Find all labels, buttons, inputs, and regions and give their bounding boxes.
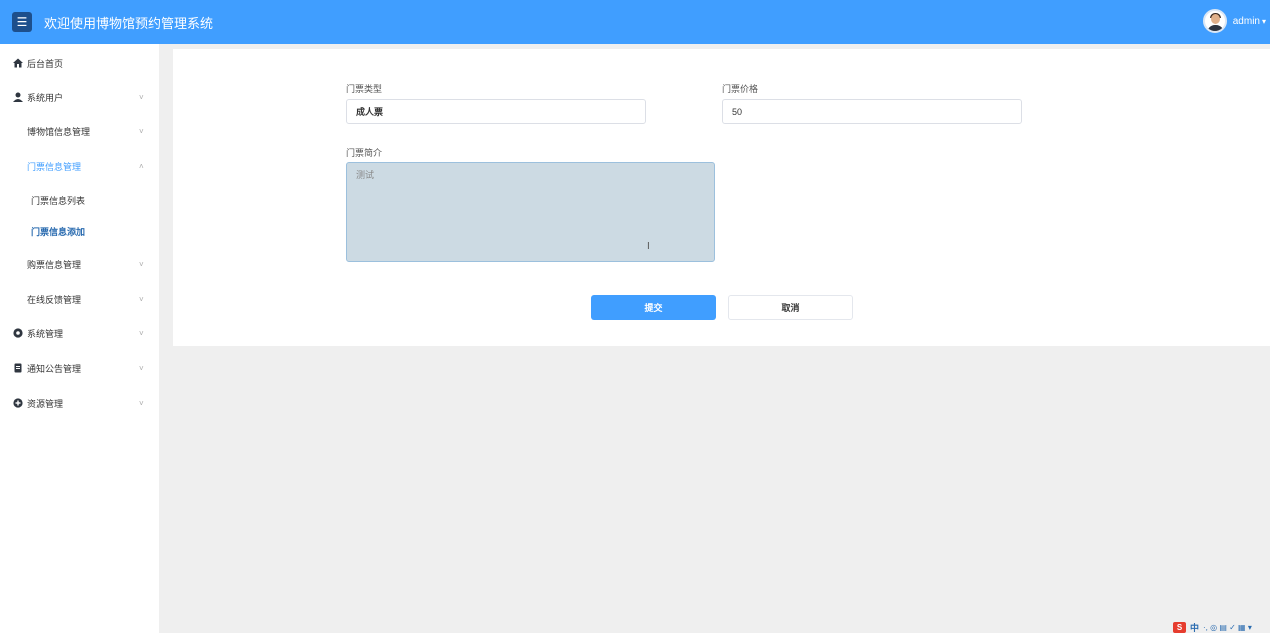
grid-icon	[13, 294, 23, 304]
sidebar-item-label: 购票信息管理	[27, 259, 82, 270]
chevron-down-icon: ˅	[139, 259, 144, 269]
ime-toolbar-icons[interactable]: ·, ◎ ▤ ✓ ▦ ▾	[1203, 623, 1252, 632]
sidebar-item-ticket-info[interactable]: 门票信息管理 ˄	[0, 149, 159, 183]
cancel-button[interactable]: 取消	[728, 295, 853, 320]
sidebar: 后台首页 系统用户 ˅ 博物馆信息管理 ˅ 门票信息管理 ˄ 门票信息列表 门票…	[0, 44, 159, 633]
sidebar-subitem-label: 门票信息添加	[31, 226, 86, 237]
sidebar-subitem-ticket-add[interactable]: 门票信息添加	[0, 216, 159, 246]
chevron-down-icon: ˅	[139, 294, 144, 304]
grid-icon	[13, 161, 23, 171]
chevron-down-icon: ▾	[1261, 16, 1266, 26]
document-icon	[13, 363, 23, 373]
sidebar-item-feedback[interactable]: 在线反馈管理 ˅	[0, 282, 159, 316]
home-icon	[13, 58, 23, 68]
ticket-price-input[interactable]: 50	[722, 99, 1022, 124]
ticket-price-label: 门票价格	[722, 84, 759, 94]
text-cursor-icon: I	[647, 241, 650, 252]
sidebar-subitem-label: 门票信息列表	[31, 195, 86, 206]
ticket-intro-label: 门票简介	[346, 148, 383, 158]
user-icon	[13, 92, 23, 102]
sidebar-item-system-users[interactable]: 系统用户 ˅	[0, 80, 159, 114]
sidebar-item-resources[interactable]: 资源管理 ˅	[0, 386, 159, 420]
plus-circle-icon	[13, 398, 23, 408]
sidebar-item-label: 在线反馈管理	[27, 294, 82, 305]
sidebar-item-label: 系统用户	[27, 92, 64, 103]
sidebar-subitem-ticket-list[interactable]: 门票信息列表	[0, 185, 159, 215]
sidebar-item-dashboard[interactable]: 后台首页	[0, 46, 159, 80]
chevron-down-icon: ˅	[139, 126, 144, 136]
sidebar-item-label: 系统管理	[27, 328, 64, 339]
app-title: 欢迎使用博物馆预约管理系统	[44, 16, 214, 31]
submit-button[interactable]: 提交	[591, 295, 716, 320]
chevron-down-icon: ˅	[139, 363, 144, 373]
sidebar-item-label: 通知公告管理	[27, 363, 82, 374]
menu-toggle-icon[interactable]: ☰	[12, 12, 32, 32]
user-menu[interactable]: admin ▾	[1202, 9, 1266, 33]
ticket-type-input[interactable]: 成人票	[346, 99, 646, 124]
sidebar-item-notices[interactable]: 通知公告管理 ˅	[0, 351, 159, 385]
avatar	[1202, 9, 1227, 33]
sidebar-item-label: 资源管理	[27, 398, 64, 409]
gear-icon	[13, 328, 23, 338]
sidebar-item-label: 博物馆信息管理	[27, 126, 91, 137]
grid-icon	[13, 126, 23, 136]
ime-logo-icon[interactable]: S	[1173, 621, 1186, 633]
ticket-type-label: 门票类型	[346, 84, 383, 94]
chevron-up-icon: ˄	[139, 161, 144, 171]
user-name: admin	[1232, 15, 1260, 27]
top-bar: ☰ 欢迎使用博物馆预约管理系统 admin ▾	[0, 0, 1270, 44]
sidebar-item-label: 门票信息管理	[27, 161, 82, 172]
ime-tray: S 中 ·, ◎ ▤ ✓ ▦ ▾	[1173, 621, 1270, 633]
sidebar-item-system-settings[interactable]: 系统管理 ˅	[0, 316, 159, 350]
chevron-down-icon: ˅	[139, 328, 144, 338]
grid-icon	[13, 259, 23, 269]
sidebar-item-label: 后台首页	[27, 58, 64, 69]
ime-mode-indicator[interactable]: 中	[1190, 621, 1199, 633]
chevron-down-icon: ˅	[139, 92, 144, 102]
sidebar-item-museum-info[interactable]: 博物馆信息管理 ˅	[0, 114, 159, 148]
sidebar-item-purchase-info[interactable]: 购票信息管理 ˅	[0, 247, 159, 281]
ticket-intro-textarea[interactable]: 测试	[346, 162, 715, 262]
chevron-down-icon: ˅	[139, 398, 144, 408]
